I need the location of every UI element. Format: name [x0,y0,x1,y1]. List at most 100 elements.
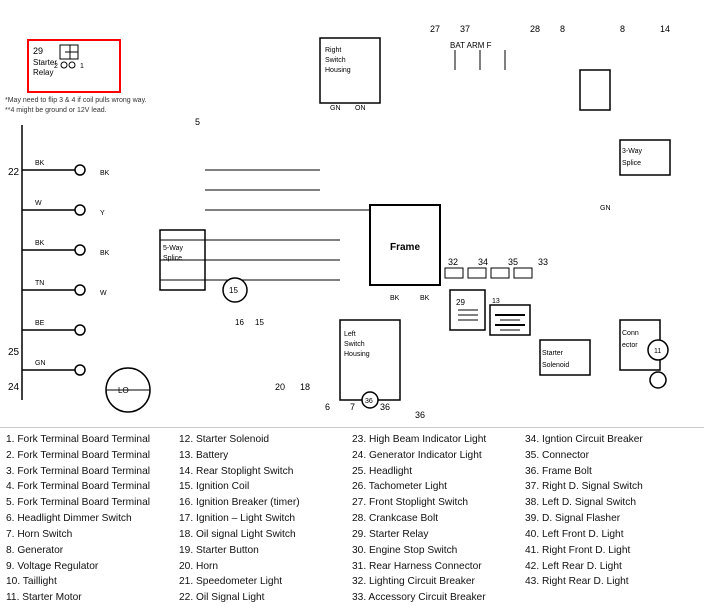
svg-text:18: 18 [300,382,310,392]
legend-item: 41. Right Front D. Light [525,543,694,559]
svg-text:Splice: Splice [622,160,641,167]
legend-item: 36. Frame Bolt [525,464,694,480]
legend-item: 23. High Beam Indicator Light [352,432,521,448]
legend-item: 4. Fork Terminal Board Terminal [6,479,175,495]
legend-item: 3. Fork Terminal Board Terminal [6,464,175,480]
legend-area: 1. Fork Terminal Board Terminal2. Fork T… [0,428,704,608]
legend-item: 43. Right Rear D. Light [525,574,694,590]
svg-text:*May need to flip 3 & 4 if coi: *May need to flip 3 & 4 if coil pulls wr… [5,97,147,104]
legend-item: 8. Generator [6,543,175,559]
svg-text:35: 35 [508,257,518,267]
svg-text:13: 13 [492,298,500,305]
svg-text:36: 36 [380,402,390,412]
legend-col-2: 12. Starter Solenoid13. Battery14. Rear … [179,432,352,606]
svg-text:BK: BK [420,295,430,302]
svg-text:25: 25 [8,347,20,358]
legend-item: 9. Voltage Regulator [6,559,175,575]
svg-text:24: 24 [8,382,20,393]
svg-text:32: 32 [448,257,458,267]
svg-text:15: 15 [229,286,238,295]
svg-text:29: 29 [456,298,465,307]
legend-item: 11. Starter Motor [6,590,175,606]
legend-item: 1. Fork Terminal Board Terminal [6,432,175,448]
legend-item: 13. Battery [179,448,348,464]
svg-text:**4 might be ground or 12V lea: **4 might be ground or 12V lead. [5,107,107,114]
legend-item: 21. Speedometer Light [179,574,348,590]
legend-item: 27. Front Stoplight Switch [352,495,521,511]
svg-text:BE: BE [35,320,45,327]
svg-text:Housing: Housing [325,67,351,74]
svg-text:16: 16 [235,318,244,327]
svg-text:W: W [35,200,42,207]
legend-item: 38. Left D. Signal Switch [525,495,694,511]
svg-text:Conn: Conn [622,330,639,337]
svg-text:BK: BK [100,250,110,257]
svg-text:TN: TN [35,280,44,287]
svg-text:Left: Left [344,331,356,338]
svg-text:BK: BK [100,170,110,177]
svg-text:7: 7 [350,402,355,412]
legend-col-4: 34. Igntion Circuit Breaker35. Connector… [525,432,698,606]
svg-text:BK: BK [35,240,45,247]
svg-text:14: 14 [660,24,670,34]
svg-text:3-Way: 3-Way [622,148,642,155]
legend-item: 29. Starter Relay [352,527,521,543]
legend-item: 31. Rear Harness Connector [352,559,521,575]
legend-item: 34. Igntion Circuit Breaker [525,432,694,448]
svg-text:36: 36 [365,398,373,405]
svg-text:BK: BK [35,160,45,167]
legend-item: 42. Left Rear D. Light [525,559,694,575]
legend-item: 10. Taillight [6,574,175,590]
svg-text:Relay: Relay [33,68,53,77]
svg-text:5: 5 [195,117,200,127]
svg-text:GN: GN [330,105,341,112]
page-container: 29 Starter Relay 1 2 *May need to flip 3… [0,0,704,615]
svg-text:2: 2 [54,63,58,70]
diagram-svg: 29 Starter Relay 1 2 *May need to flip 3… [0,8,704,427]
legend-col-3: 23. High Beam Indicator Light24. Generat… [352,432,525,606]
legend-item: 32. Lighting Circuit Breaker [352,574,521,590]
svg-text:BAT ARM F: BAT ARM F [450,41,492,50]
legend-item: 37. Right D. Signal Switch [525,479,694,495]
svg-text:Housing: Housing [344,351,370,358]
legend-item: 7. Horn Switch [6,527,175,543]
legend-item: 18. Oil signal Light Switch [179,527,348,543]
svg-text:Right: Right [325,47,341,54]
legend-item: 19. Starter Button [179,543,348,559]
svg-text:Starter: Starter [542,350,564,357]
legend-item: 20. Horn [179,559,348,575]
legend-item: 5. Fork Terminal Board Terminal [6,495,175,511]
svg-text:W: W [100,290,107,297]
svg-text:Splice: Splice [163,255,182,262]
legend-item: 30. Engine Stop Switch [352,543,521,559]
svg-text:34: 34 [478,257,488,267]
legend-item: 15. Ignition Coil [179,479,348,495]
svg-text:BK: BK [390,295,400,302]
svg-text:27: 27 [430,24,440,34]
svg-text:5-Way: 5-Way [163,245,183,252]
legend-col-1: 1. Fork Terminal Board Terminal2. Fork T… [6,432,179,606]
svg-text:ON: ON [355,105,366,112]
legend-item: 17. Ignition – Light Switch [179,511,348,527]
svg-text:29: 29 [33,46,43,56]
legend-item: 14. Rear Stoplight Switch [179,464,348,480]
svg-text:Switch: Switch [325,57,346,64]
svg-text:Frame: Frame [390,242,420,253]
legend-item: 22. Oil Signal Light [179,590,348,606]
svg-text:Y: Y [100,210,105,217]
legend-item: 12. Starter Solenoid [179,432,348,448]
legend-item: 2. Fork Terminal Board Terminal [6,448,175,464]
svg-text:37: 37 [460,24,470,34]
legend-item: 28. Crankcase Bolt [352,511,521,527]
legend-columns: 1. Fork Terminal Board Terminal2. Fork T… [6,432,698,606]
svg-text:33: 33 [538,257,548,267]
svg-text:GN: GN [600,205,611,212]
svg-text:8: 8 [560,24,565,34]
svg-text:11: 11 [654,348,661,355]
legend-item: 25. Headlight [352,464,521,480]
page-title [0,0,704,8]
svg-text:Switch: Switch [344,341,365,348]
legend-item: 6. Headlight Dimmer Switch [6,511,175,527]
legend-item: 39. D. Signal Flasher [525,511,694,527]
svg-text:ector: ector [622,342,638,349]
